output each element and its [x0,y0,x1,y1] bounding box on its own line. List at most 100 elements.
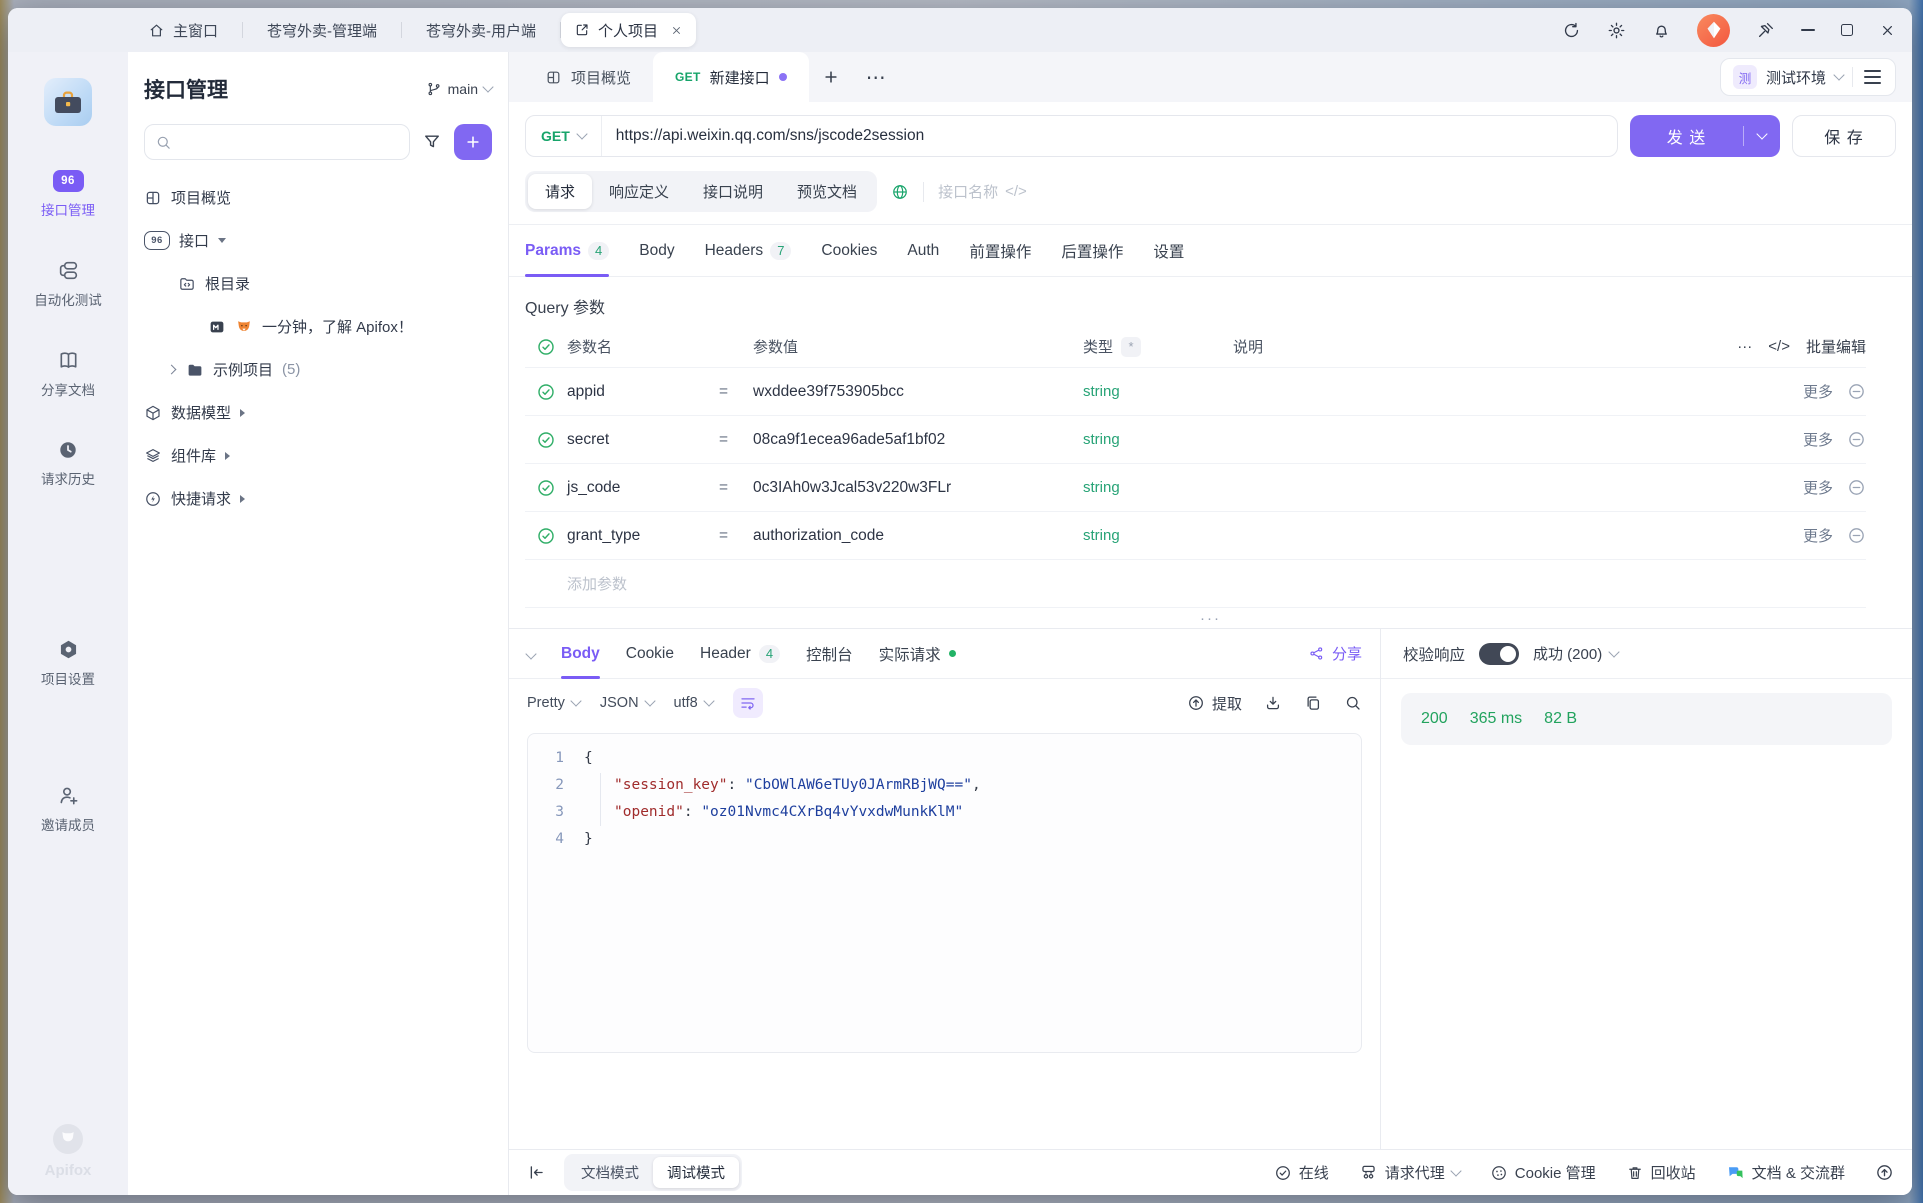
add-param-row[interactable]: 添加参数 [525,560,1866,608]
tree-item-example-project[interactable]: 示例项目 (5) [144,348,492,391]
globe-icon[interactable] [891,183,909,201]
row-check-icon[interactable] [525,382,567,402]
new-tab-button[interactable] [809,68,853,86]
rail-item-invite-members[interactable]: 邀请成员 [41,784,95,834]
row-check-icon[interactable] [525,430,567,450]
collapsed-caret-icon[interactable] [240,409,245,417]
tab-auth[interactable]: Auth [907,225,939,276]
request-proxy-menu[interactable]: 请求代理 [1359,1162,1460,1183]
save-button[interactable]: 保 存 [1792,115,1896,157]
format-select[interactable]: Pretty [527,695,580,711]
collapsed-caret-icon[interactable] [240,495,245,503]
cookie-manager[interactable]: Cookie 管理 [1490,1162,1596,1183]
validation-toggle[interactable] [1479,643,1519,665]
user-avatar[interactable] [1697,14,1730,47]
language-select[interactable]: JSON [600,695,654,711]
collapsed-caret-icon[interactable] [225,452,230,460]
env-menu-icon[interactable] [1862,66,1883,88]
row-check-icon[interactable] [525,478,567,498]
validation-status-select[interactable]: 成功 (200) [1533,643,1618,664]
close-window-button[interactable] [1879,22,1896,39]
splitter-handle[interactable]: ··· [509,608,1912,628]
window-tab-personal-project[interactable]: 个人项目 [561,13,696,47]
search-input[interactable] [180,133,399,151]
rail-item-share-docs[interactable]: 分享文档 [41,349,95,399]
param-type[interactable]: string [1083,431,1233,448]
refresh-icon[interactable] [1562,21,1581,40]
view-tab-response-definition[interactable]: 响应定义 [592,174,686,209]
add-button[interactable] [454,124,492,160]
tree-item-intro-doc[interactable]: 一分钟，了解 Apifox！ [144,305,492,348]
param-type[interactable]: string [1083,383,1233,400]
tab-pre-processors[interactable]: 前置操作 [969,225,1031,276]
project-logo[interactable] [44,78,92,126]
required-asterisk-badge[interactable]: * [1121,337,1141,357]
share-button[interactable]: 分享 [1308,643,1362,664]
param-name-field[interactable]: appid [567,383,719,401]
rail-item-request-history[interactable]: 请求历史 [41,439,95,488]
response-tab-body[interactable]: Body [561,629,600,678]
view-tab-request[interactable]: 请求 [528,174,592,209]
tree-item-apis[interactable]: 96 接口 [144,219,492,262]
remove-row-icon[interactable] [1847,526,1866,545]
online-status[interactable]: 在线 [1274,1162,1329,1183]
select-all-check-icon[interactable] [525,337,567,357]
send-button[interactable]: 发 送 [1630,115,1780,157]
tree-item-data-models[interactable]: 数据模型 [144,391,492,434]
response-json-editor[interactable]: 1 { 2 "session_key": "CbOWlAW6eTUy0JArmR… [527,733,1362,1053]
expanded-caret-icon[interactable] [218,238,226,243]
url-input[interactable]: https://api.weixin.qq.com/sns/jscode2ses… [602,127,1617,145]
send-options-caret[interactable] [1744,134,1780,138]
tree-item-component-library[interactable]: 组件库 [144,434,492,477]
param-name-field[interactable]: js_code [567,479,719,497]
row-more-button[interactable]: 更多 [1803,381,1833,402]
row-more-button[interactable]: 更多 [1803,525,1833,546]
rail-item-project-settings[interactable]: 项目设置 [41,638,95,688]
search-in-response-icon[interactable] [1344,694,1362,712]
recycle-bin[interactable]: 回收站 [1626,1162,1696,1183]
param-name-field[interactable]: grant_type [567,527,719,545]
window-tab-main[interactable]: 主窗口 [124,20,242,41]
column-more-icon[interactable]: ··· [1737,338,1752,355]
settings-gear-icon[interactable] [1607,21,1626,40]
download-icon[interactable] [1264,694,1282,712]
response-tab-header[interactable]: Header 4 [700,629,780,678]
notifications-bell-icon[interactable] [1652,21,1671,40]
environment-selector[interactable]: 测 测试环境 [1720,58,1896,96]
tab-body[interactable]: Body [639,225,674,276]
window-tab-user[interactable]: 苍穹外卖-用户端 [402,20,560,41]
word-wrap-icon[interactable] [733,688,763,718]
bulk-edit-button[interactable]: 批量编辑 [1806,336,1866,357]
tree-item-quick-request[interactable]: 快捷请求 [144,477,492,520]
api-name-placeholder[interactable]: 接口名称 </> [938,181,1027,202]
bulk-code-icon[interactable]: </> [1768,338,1790,355]
docs-community[interactable]: 文档 & 交流群 [1726,1162,1845,1183]
window-tab-admin[interactable]: 苍穹外卖-管理端 [243,20,401,41]
tab-more-button[interactable]: ⋯ [853,65,899,90]
collapse-sidebar-icon[interactable] [527,1163,546,1182]
view-tab-preview-docs[interactable]: 预览文档 [780,174,874,209]
tab-settings[interactable]: 设置 [1153,225,1184,276]
param-value-field[interactable]: 0c3IAh0w3Jcal53v220w3FLr [753,479,1083,497]
collapsed-chevron-icon[interactable] [167,365,177,375]
param-value-field[interactable]: 08ca9f1ecea96ade5af1bf02 [753,431,1083,449]
scroll-top-icon[interactable] [1875,1163,1894,1182]
encoding-select[interactable]: utf8 [674,695,713,711]
doc-tab-new-api[interactable]: GET 新建接口 [653,52,809,102]
view-tab-api-description[interactable]: 接口说明 [686,174,780,209]
collapse-response-chevron[interactable] [525,648,536,659]
method-select[interactable]: GET [526,128,601,144]
remove-row-icon[interactable] [1847,382,1866,401]
row-more-button[interactable]: 更多 [1803,429,1833,450]
debug-mode-tab[interactable]: 调试模式 [653,1157,739,1188]
copy-icon[interactable] [1304,694,1322,712]
param-value-field[interactable]: authorization_code [753,527,1083,545]
response-tab-console[interactable]: 控制台 [806,629,853,678]
tab-cookies[interactable]: Cookies [821,225,877,276]
rail-item-api-management[interactable]: 96 接口管理 [41,170,95,219]
pin-window-icon[interactable] [1756,21,1775,40]
rail-item-automated-testing[interactable]: 自动化测试 [34,259,102,309]
branch-selector[interactable]: main [426,81,492,97]
filter-funnel-icon[interactable] [422,132,442,152]
param-name-field[interactable]: secret [567,431,719,449]
